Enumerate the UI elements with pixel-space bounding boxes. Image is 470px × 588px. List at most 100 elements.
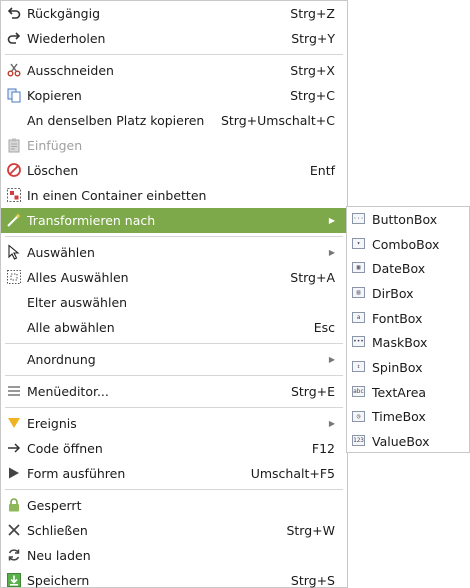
menu-item-label: In einen Container einbetten (27, 188, 207, 203)
menu-item-shortcut: Strg+Z (290, 6, 335, 21)
menu-item-shortcut: Strg+A (290, 270, 335, 285)
submenu-item-maskbox[interactable]: ••• MaskBox (347, 330, 469, 355)
submenu-item-label: ValueBox (372, 434, 430, 450)
menu-item-copy-same-place[interactable]: An denselben Platz kopieren Strg+Umschalt… (1, 108, 347, 133)
menu-item-arrange[interactable]: Anordnung ▶ (1, 347, 347, 372)
clipboard-icon (6, 137, 22, 153)
close-icon (6, 522, 22, 538)
menu-separator (5, 407, 343, 408)
submenu-item-label: DirBox (372, 285, 414, 301)
transform-submenu: ··· ButtonBox ▾ ComboBox ▦ DateBox ▤ DirBox a Fon… (346, 206, 470, 453)
menu-item-label: Elter auswählen (27, 295, 128, 310)
submenu-item-timebox[interactable]: ◷ TimeBox (347, 405, 469, 430)
container-icon (6, 187, 22, 203)
menu-item-label: Speichern (27, 573, 90, 588)
menu-separator (5, 375, 343, 376)
menu-separator (5, 236, 343, 237)
menu-item-menu-editor[interactable]: Menüeditor... Strg+E (1, 379, 347, 404)
menu-item-reload[interactable]: Neu laden (1, 543, 347, 568)
submenu-item-label: TextArea (372, 384, 427, 400)
menu-item-label: Gesperrt (27, 498, 82, 513)
menu-item-shortcut: Strg+X (290, 63, 335, 78)
menu-item-label: Ausschneiden (27, 63, 114, 78)
submenu-item-label: ButtonBox (372, 211, 438, 227)
menu-item-open-code[interactable]: Code öffnen F12 (1, 436, 347, 461)
submenu-item-dirbox[interactable]: ▤ DirBox (347, 281, 469, 306)
copy-icon (6, 87, 22, 103)
menu-item-shortcut: Strg+Y (291, 31, 335, 46)
menu-item-transform[interactable]: Transformieren nach ▶ (1, 208, 347, 233)
menu-item-locked[interactable]: Gesperrt (1, 493, 347, 518)
menu-item-label: Code öffnen (27, 441, 103, 456)
menu-separator (5, 489, 343, 490)
menu-item-select-parent[interactable]: Elter auswählen (1, 290, 347, 315)
submenu-arrow-icon: ▶ (328, 216, 335, 225)
submenu-item-spinbox[interactable]: ⇕ SpinBox (347, 355, 469, 380)
redo-icon (6, 30, 22, 46)
menu-item-event[interactable]: Ereignis ▶ (1, 411, 347, 436)
submenu-item-combobox[interactable]: ▾ ComboBox (347, 232, 469, 257)
submenu-item-fontbox[interactable]: a FontBox (347, 306, 469, 331)
menu-item-label: Kopieren (27, 88, 82, 103)
textarea-icon: abc (352, 385, 365, 397)
menu-item-shortcut: Entf (309, 163, 335, 178)
spinbox-icon: ⇕ (352, 361, 365, 373)
menu-item-shortcut: Umschalt+F5 (250, 466, 335, 481)
submenu-item-label: ComboBox (372, 236, 440, 252)
arrow-right-icon (6, 440, 22, 456)
fontbox-icon: a (352, 311, 365, 323)
menu-item-copy[interactable]: Kopieren Strg+C (1, 83, 347, 108)
submenu-item-buttonbox[interactable]: ··· ButtonBox (347, 207, 469, 232)
menu-item-label: Rückgängig (27, 6, 101, 21)
menu-item-deselect-all[interactable]: Alle abwählen Esc (1, 315, 347, 340)
menu-item-label: Transformieren nach (27, 213, 156, 228)
timebox-icon: ◷ (352, 410, 365, 422)
datebox-icon: ▦ (352, 262, 365, 274)
menu-item-shortcut: Strg+S (290, 573, 335, 588)
menu-item-shortcut: Strg+W (286, 523, 335, 538)
undo-icon (6, 5, 22, 21)
submenu-item-label: TimeBox (372, 409, 426, 425)
save-icon (6, 572, 22, 588)
submenu-item-valuebox[interactable]: 123 ValueBox (347, 429, 469, 454)
menu-item-label: Schließen (27, 523, 88, 538)
menu-item-close[interactable]: Schließen Strg+W (1, 518, 347, 543)
delete-icon (6, 162, 22, 178)
submenu-arrow-icon: ▶ (328, 355, 335, 364)
menu-item-select-all[interactable]: Alles Auswählen Strg+A (1, 265, 347, 290)
submenu-item-textarea[interactable]: abc TextArea (347, 380, 469, 405)
menu-item-paste[interactable]: Einfügen (1, 133, 347, 158)
combobox-icon: ▾ (352, 237, 365, 249)
menu-item-label: Alles Auswählen (27, 270, 129, 285)
menu-item-label: Wiederholen (27, 31, 106, 46)
menu-item-label: Menüeditor... (27, 384, 109, 399)
menu-item-select[interactable]: Auswählen ▶ (1, 240, 347, 265)
menu-item-shortcut: F12 (311, 441, 335, 456)
menu-item-embed[interactable]: In einen Container einbetten (1, 183, 347, 208)
menu-item-label: Anordnung (27, 352, 96, 367)
dirbox-icon: ▤ (352, 287, 365, 299)
menu-item-save[interactable]: Speichern Strg+S (1, 568, 347, 588)
menu-item-label: Form ausführen (27, 466, 126, 481)
menu-item-label: An denselben Platz kopieren (27, 113, 205, 128)
menu-item-label: Auswählen (27, 245, 95, 260)
wand-icon (6, 212, 22, 228)
select-all-icon (6, 269, 22, 285)
maskbox-icon: ••• (352, 336, 365, 348)
reload-icon (6, 547, 22, 563)
menu-item-redo[interactable]: Wiederholen Strg+Y (1, 26, 347, 51)
menu-item-cut[interactable]: Ausschneiden Strg+X (1, 58, 347, 83)
menu-item-undo[interactable]: Rückgängig Strg+Z (1, 1, 347, 26)
menu-item-label: Ereignis (27, 416, 77, 431)
submenu-item-label: FontBox (372, 310, 423, 326)
submenu-item-label: SpinBox (372, 359, 423, 375)
event-icon (6, 415, 22, 431)
menu-item-run-form[interactable]: Form ausführen Umschalt+F5 (1, 461, 347, 486)
menu-item-label: Einfügen (27, 138, 83, 153)
menu-item-shortcut: Strg+Umschalt+C (220, 113, 335, 128)
submenu-item-datebox[interactable]: ▦ DateBox (347, 256, 469, 281)
menu-item-delete[interactable]: Löschen Entf (1, 158, 347, 183)
menu-item-label: Neu laden (27, 548, 91, 563)
submenu-item-label: MaskBox (372, 335, 428, 351)
context-menu: Rückgängig Strg+Z Wiederholen Strg+Y Ausschn… (0, 0, 348, 588)
